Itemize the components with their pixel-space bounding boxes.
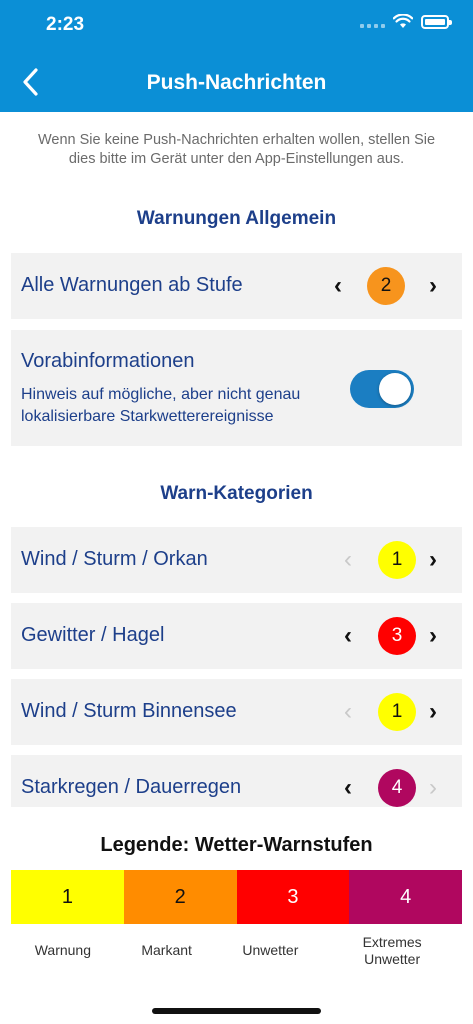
category-row: Starkregen / Dauerregen ‹ 4 ›: [11, 755, 462, 807]
level-increase-button[interactable]: ›: [418, 773, 448, 803]
wifi-icon: [393, 14, 413, 28]
section-title-general: Warnungen Allgemein: [136, 208, 337, 229]
level-badge: 4: [378, 769, 416, 807]
info-text: Wenn Sie keine Push-Nachrichten erhalten…: [37, 132, 436, 167]
category-label: Wind / Sturm Binnensee: [21, 700, 237, 722]
pre-info-label: Vorabinformationen: [21, 350, 195, 372]
all-warnings-label: Alle Warnungen ab Stufe: [21, 274, 243, 296]
level-increase-button[interactable]: ›: [418, 697, 448, 727]
legend-label-4: Extremes Unwetter: [362, 934, 422, 967]
level-increase-button[interactable]: ›: [418, 621, 448, 651]
level-decrease-button[interactable]: ‹: [323, 271, 353, 301]
status-icons: [360, 14, 452, 29]
level-badge: 1: [378, 541, 416, 579]
legend-bar: 1 2 3 4: [11, 870, 462, 924]
section-title-categories: Warn-Kategorien: [160, 483, 313, 504]
pre-info-description: Hinweis auf mögliche, aber nicht genau l…: [21, 386, 301, 425]
level-increase-button[interactable]: ›: [418, 271, 448, 301]
legend-level-1: 1: [11, 870, 124, 924]
category-row: Wind / Sturm Binnensee ‹ 1 ›: [11, 679, 462, 745]
pre-info-toggle[interactable]: [350, 370, 414, 408]
level-badge: 1: [378, 693, 416, 731]
battery-icon: [421, 14, 452, 29]
all-warnings-row: Alle Warnungen ab Stufe ‹ 2 ›: [11, 253, 462, 319]
level-decrease-button[interactable]: ‹: [333, 545, 363, 575]
toggle-knob: [379, 373, 411, 405]
pre-info-row: Vorabinformationen Hinweis auf mögliche,…: [11, 330, 462, 446]
legend-label-1: Warnung: [34, 942, 92, 958]
category-label: Wind / Sturm / Orkan: [21, 548, 208, 570]
legend-level-4: 4: [349, 870, 462, 924]
level-badge: 3: [378, 617, 416, 655]
level-badge: 2: [367, 267, 405, 305]
level-decrease-button[interactable]: ‹: [333, 697, 363, 727]
cellular-signal-icon: [360, 16, 385, 28]
level-increase-button[interactable]: ›: [418, 545, 448, 575]
home-indicator: [152, 1008, 321, 1014]
status-time: 2:23: [46, 14, 85, 35]
legend-label-2: Markant: [141, 942, 192, 958]
legend-level-3: 3: [236, 870, 350, 924]
legend-labels: Warnung Markant Unwetter Extremes Unwett…: [11, 934, 462, 968]
category-label: Gewitter / Hagel: [21, 624, 165, 646]
legend-label-3: Unwetter: [242, 942, 299, 958]
legend-level-2: 2: [123, 870, 237, 924]
navigation-bar: Push-Nachrichten: [0, 52, 473, 112]
status-bar: 2:23: [0, 0, 473, 52]
level-decrease-button[interactable]: ‹: [333, 621, 363, 651]
legend-title: Legende: Wetter-Warnstufen: [100, 834, 373, 856]
level-decrease-button[interactable]: ‹: [333, 773, 363, 803]
category-row: Gewitter / Hagel ‹ 3 ›: [11, 603, 462, 669]
page-title: Push-Nachrichten: [146, 71, 327, 94]
category-row: Wind / Sturm / Orkan ‹ 1 ›: [11, 527, 462, 593]
category-label: Starkregen / Dauerregen: [21, 776, 242, 798]
